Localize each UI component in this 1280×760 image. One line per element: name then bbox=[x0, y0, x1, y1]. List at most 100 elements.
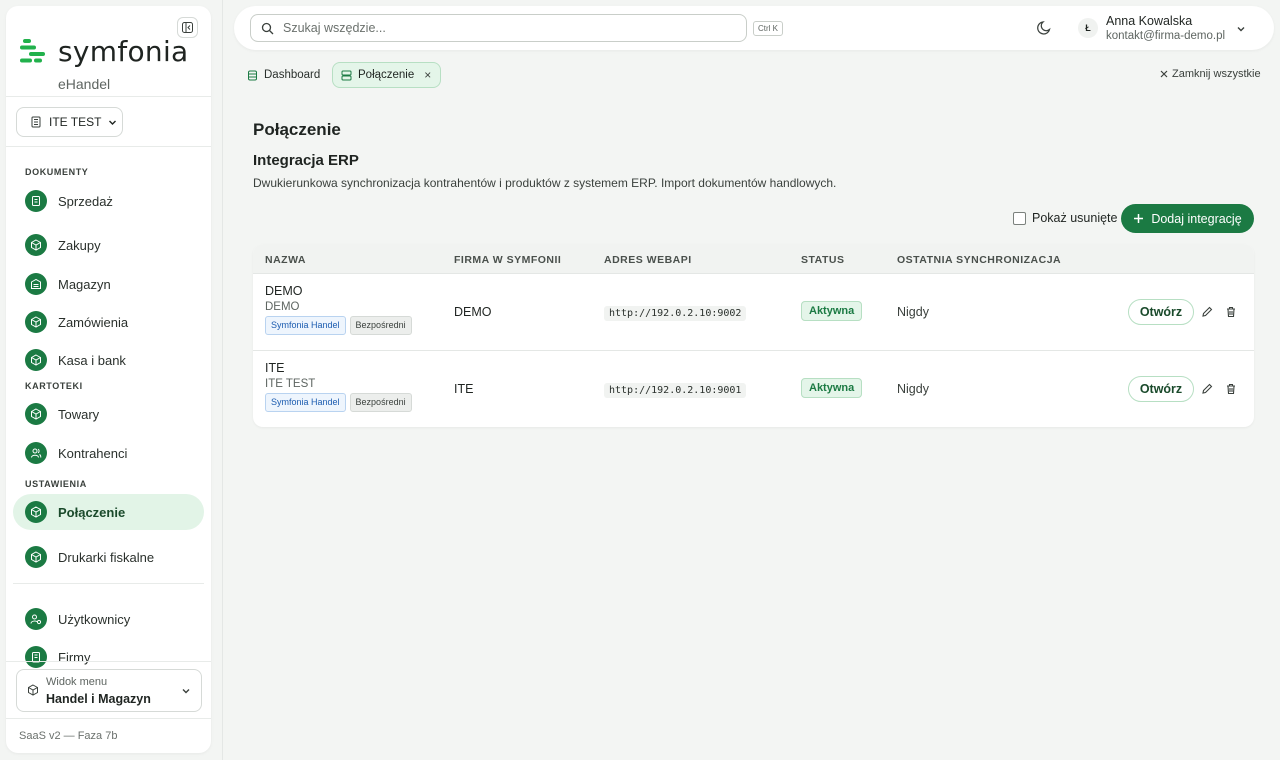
sidebar-item-label: Połączenie bbox=[58, 504, 126, 520]
show-deleted-label: Pokaż usunięte bbox=[1032, 211, 1118, 225]
close-tab-icon[interactable]: × bbox=[424, 68, 431, 82]
plus-icon bbox=[1134, 214, 1144, 223]
integration-name: ITE bbox=[265, 361, 285, 375]
chevron-down-icon bbox=[109, 120, 117, 125]
view-menu-label: Widok menu bbox=[46, 676, 108, 688]
avatar[interactable]: Ł bbox=[1078, 18, 1098, 38]
sidebar-item-polaczenie[interactable]: Połączenie bbox=[13, 494, 204, 530]
webapi-url: http://192.0.2.10:9002 bbox=[604, 306, 747, 321]
name-cell: ITE ITE TEST Symfonia Handel Bezpośredni bbox=[265, 361, 412, 412]
trash-icon[interactable] bbox=[1225, 306, 1237, 318]
edit-icon[interactable] bbox=[1201, 306, 1213, 318]
status-badge: Aktywna bbox=[801, 301, 863, 321]
sidebar-item-sprzedaz[interactable]: Sprzedaż bbox=[13, 183, 204, 219]
table-row[interactable]: ITE ITE TEST Symfonia Handel Bezpośredni… bbox=[253, 351, 1254, 427]
firm-cell: DEMO bbox=[454, 305, 492, 319]
table-header: NAZWA FIRMA W SYMFONII ADRES WEBAPI STAT… bbox=[253, 244, 1254, 274]
sidebar-item-drukarki-fiskalne[interactable]: Drukarki fiskalne bbox=[13, 539, 204, 575]
edit-icon[interactable] bbox=[1201, 383, 1213, 395]
section-label-ustawienia: USTAWIENIA bbox=[25, 479, 87, 489]
topbar: Ctrl K Ł Anna Kowalska kontakt@firma-dem… bbox=[234, 6, 1274, 50]
last-sync-cell: Nigdy bbox=[897, 305, 929, 319]
sidebar-item-uzytkownicy[interactable]: Użytkownicy bbox=[13, 601, 204, 637]
sidebar-item-label: Drukarki fiskalne bbox=[58, 549, 155, 565]
table-row[interactable]: DEMO DEMO Symfonia Handel Bezpośredni DE… bbox=[253, 274, 1254, 351]
moon-icon[interactable] bbox=[1037, 20, 1052, 35]
sidebar-item-label: Magazyn bbox=[58, 276, 111, 292]
sidebar-item-kontrahenci[interactable]: Kontrahenci bbox=[13, 435, 204, 471]
type-badge: Symfonia Handel bbox=[265, 393, 346, 412]
sidebar-toggle-icon bbox=[182, 22, 193, 33]
show-deleted-toggle[interactable]: Pokaż usunięte bbox=[1013, 211, 1117, 225]
column-header-firm: FIRMA W SYMFONII bbox=[454, 254, 562, 266]
divider bbox=[6, 718, 211, 719]
user-email: kontakt@firma-demo.pl bbox=[1106, 30, 1226, 42]
package-icon bbox=[25, 234, 47, 256]
tab-polaczenie[interactable]: Połączenie × bbox=[332, 62, 441, 88]
section-label-dokumenty: DOKUMENTY bbox=[25, 167, 89, 177]
version-label: SaaS v2 — Faza 7b bbox=[19, 730, 118, 742]
sidebar-item-label: Kontrahenci bbox=[58, 445, 128, 461]
divider bbox=[13, 583, 204, 584]
close-icon bbox=[1160, 70, 1168, 78]
sidebar: symfonia eHandel ITE TEST DOKUMENTY Sprz… bbox=[6, 6, 211, 753]
divider bbox=[6, 146, 211, 147]
page-title: Połączenie bbox=[253, 120, 341, 139]
section-label-kartoteki: KARTOTEKI bbox=[25, 381, 83, 391]
sidebar-item-zamowienia[interactable]: Zamówienia bbox=[13, 304, 204, 340]
sidebar-item-label: Firmy bbox=[58, 649, 91, 665]
view-menu-selector[interactable]: Widok menu Handel i Magazyn bbox=[16, 669, 202, 712]
search-icon bbox=[261, 22, 274, 35]
user-name[interactable]: Anna Kowalska bbox=[1106, 14, 1192, 28]
open-button[interactable]: Otwórz bbox=[1128, 376, 1194, 402]
sidebar-item-label: Użytkownicy bbox=[58, 611, 131, 627]
section-title: Integracja ERP bbox=[253, 152, 359, 169]
firm-cell: ITE bbox=[454, 382, 474, 396]
package-icon bbox=[25, 403, 47, 425]
package-icon bbox=[25, 501, 47, 523]
search-box bbox=[250, 14, 747, 42]
mode-badge: Bezpośredni bbox=[349, 393, 412, 412]
show-deleted-checkbox[interactable] bbox=[1013, 211, 1026, 225]
column-header-last-sync: OSTATNIA SYNCHRONIZACJA bbox=[897, 254, 1062, 266]
user-settings-icon bbox=[25, 608, 47, 630]
close-all-label: Zamknij wszystkie bbox=[1172, 68, 1261, 80]
name-cell: DEMO DEMO Symfonia Handel Bezpośredni bbox=[265, 284, 412, 335]
add-integration-button[interactable]: Dodaj integrację bbox=[1121, 204, 1254, 233]
package-icon bbox=[28, 684, 38, 696]
close-all-tabs-button[interactable]: Zamknij wszystkie bbox=[1160, 68, 1261, 80]
sidebar-item-towary[interactable]: Towary bbox=[13, 396, 204, 432]
sidebar-item-magazyn[interactable]: Magazyn bbox=[13, 266, 204, 302]
trash-icon[interactable] bbox=[1225, 383, 1237, 395]
package-icon bbox=[25, 311, 47, 333]
chevron-down-icon[interactable] bbox=[1236, 24, 1246, 34]
sidebar-item-label: Zamówienia bbox=[58, 314, 129, 330]
tab-dashboard[interactable]: Dashboard bbox=[239, 62, 328, 88]
company-selector[interactable]: ITE TEST bbox=[16, 107, 123, 137]
chevron-down-icon bbox=[182, 689, 190, 694]
sidebar-item-label: Sprzedaż bbox=[58, 193, 113, 209]
users-icon bbox=[25, 442, 47, 464]
integration-name: DEMO bbox=[265, 284, 303, 298]
server-icon bbox=[341, 70, 352, 80]
brand-logo: symfonia bbox=[20, 38, 189, 66]
tab-label: Dashboard bbox=[264, 69, 321, 81]
search-input[interactable] bbox=[283, 19, 723, 37]
integration-subname: ITE TEST bbox=[265, 378, 316, 390]
brand-name: symfonia bbox=[58, 35, 189, 68]
sidebar-item-label: Kasa i bank bbox=[58, 352, 126, 368]
open-button[interactable]: Otwórz bbox=[1128, 299, 1194, 325]
divider bbox=[6, 661, 211, 662]
tab-label: Połączenie bbox=[358, 69, 415, 81]
sidebar-item-zakupy[interactable]: Zakupy bbox=[13, 227, 204, 263]
company-name: ITE TEST bbox=[49, 115, 102, 129]
symfonia-logo-icon bbox=[20, 39, 45, 63]
shortcut-hint: Ctrl K bbox=[753, 21, 783, 36]
type-badge: Symfonia Handel bbox=[265, 316, 346, 335]
divider bbox=[222, 0, 223, 760]
product-name: eHandel bbox=[58, 76, 111, 92]
sidebar-item-label: Towary bbox=[58, 406, 100, 422]
column-header-webapi: ADRES WEBAPI bbox=[604, 254, 692, 266]
sidebar-item-label: Zakupy bbox=[58, 237, 101, 253]
sidebar-item-kasa-i-bank[interactable]: Kasa i bank bbox=[13, 342, 204, 378]
